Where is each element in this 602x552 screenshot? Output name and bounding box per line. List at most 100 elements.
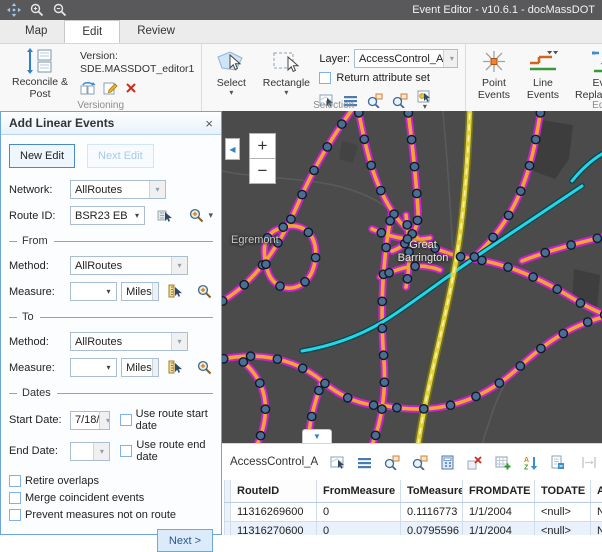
rectangle-caret-icon[interactable]: ▾ (284, 89, 288, 97)
map-view[interactable]: #src path{fill:none;stroke:none} (222, 111, 602, 443)
point-events-icon (479, 48, 509, 75)
to-measure-pick-icon[interactable] (167, 360, 183, 375)
select-caret-icon[interactable]: ▾ (229, 89, 233, 97)
pick-route-icon[interactable] (157, 208, 173, 223)
table-pan-selected-icon[interactable] (412, 455, 428, 470)
table-ranges-icon (581, 456, 597, 469)
col-routeid[interactable]: RouteID (231, 480, 317, 503)
to-units-caret-icon[interactable]: ▾ (152, 359, 159, 376)
return-attribute-set-checkbox[interactable] (319, 72, 331, 84)
table-header-row: RouteID FromMeasure ToMeasure FROMDATE T… (225, 480, 602, 503)
from-section-separator: From (9, 235, 213, 247)
start-date-caret-icon[interactable]: ▾ (99, 412, 109, 429)
delete-version-icon[interactable] (125, 82, 137, 94)
line-events-icon (527, 48, 559, 75)
next-edit-button[interactable]: Next Edit (87, 144, 154, 168)
table-toolbar: AccessControl_A (222, 444, 602, 480)
table-row[interactable]: 11316269600 0 0.1116773 1/1/2004 <null> … (225, 503, 602, 522)
col-fromdate[interactable]: FROMDATE (463, 480, 535, 503)
tab-edit[interactable]: Edit (64, 20, 120, 43)
end-date-combo[interactable]: ▾ (70, 442, 110, 461)
from-measure-label: Measure: (9, 286, 66, 298)
svg-text:Z: Z (524, 464, 529, 470)
use-route-start-checkbox[interactable] (120, 414, 132, 426)
table-select-features-icon[interactable] (330, 455, 345, 470)
collapse-panel-button[interactable]: ◀ (225, 138, 240, 160)
select-icon (216, 48, 246, 75)
table-row[interactable]: 11316270600 0 0.0795596 1/1/2004 <null> … (225, 522, 602, 536)
retire-overlaps-checkbox[interactable] (9, 475, 21, 487)
new-version-icon[interactable] (103, 81, 118, 95)
group-versioning: Reconcile & Post Version: SDE.MASSDOT_ed… (0, 44, 201, 111)
route-id-select[interactable]: BSR23 EB ▾ (70, 206, 145, 225)
rectangle-button[interactable]: Rectangle ▾ (260, 47, 312, 99)
next-button[interactable]: Next > (157, 529, 213, 552)
from-measure-combo[interactable]: ▾ (70, 282, 117, 301)
table-layer-name[interactable]: AccessControl_A (230, 456, 318, 468)
from-measure-zoom-icon[interactable] (197, 284, 213, 299)
start-date-combo[interactable]: 7/18/ ▾ (70, 411, 110, 430)
tab-review[interactable]: Review (120, 20, 192, 43)
pan-icon[interactable] (7, 3, 21, 17)
point-events-button[interactable]: Point Events (473, 47, 515, 99)
table-export-icon[interactable] (550, 455, 565, 470)
line-events-button[interactable]: Line Events (522, 47, 564, 99)
group-label-versioning: Versioning (0, 100, 201, 111)
table-zoom-selected-icon[interactable] (384, 455, 400, 470)
from-measure-pick-icon[interactable] (167, 284, 183, 299)
route-id-caret-icon[interactable]: ▾ (129, 207, 144, 224)
merge-coincident-checkbox[interactable] (9, 492, 21, 504)
group-label-edit-events: Edit Events (466, 100, 602, 111)
layer-select[interactable]: AccessControl_A ▾ (354, 49, 458, 68)
zoom-route-button[interactable]: ▾ (189, 208, 213, 223)
table-clear-selection-icon[interactable] (467, 455, 483, 470)
to-measure-caret-icon[interactable]: ▾ (101, 359, 116, 376)
col-frommeasure[interactable]: FromMeasure (317, 480, 401, 503)
zoom-in-icon[interactable] (30, 3, 44, 17)
return-attribute-set-label: Return attribute set (336, 72, 430, 84)
table-add-records-icon[interactable] (495, 455, 511, 470)
network-select[interactable]: AllRoutes ▾ (70, 180, 166, 199)
group-selection: Select ▾ Rectangle ▾ Layer: AccessContro… (201, 44, 465, 111)
prevent-measures-checkbox[interactable] (9, 509, 21, 521)
table-calculate-icon[interactable] (440, 455, 455, 470)
map-zoom-in-button[interactable]: + (249, 133, 276, 159)
from-units-caret-icon[interactable]: ▾ (152, 283, 159, 300)
network-select-caret-icon[interactable]: ▾ (149, 181, 165, 198)
from-method-select[interactable]: AllRoutes ▾ (70, 256, 188, 275)
merge-coincident-label: Merge coincident events (25, 492, 144, 504)
to-units-select[interactable]: Miles ▾ (121, 358, 159, 377)
network-label: Network: (9, 184, 66, 196)
version-info: Version: SDE.MASSDOT_editor1 (80, 47, 194, 99)
from-units-select[interactable]: Miles ▾ (121, 282, 159, 301)
to-measure-zoom-icon[interactable] (197, 360, 213, 375)
panel-header: Add Linear Events × (1, 112, 221, 135)
to-method-select[interactable]: AllRoutes ▾ (70, 332, 188, 351)
col-tomeasure[interactable]: ToMeasure (401, 480, 463, 503)
collapse-table-button[interactable]: ▼ (302, 429, 332, 443)
use-route-end-checkbox[interactable] (120, 445, 132, 457)
table-list-icon[interactable] (357, 455, 372, 470)
from-method-caret-icon[interactable]: ▾ (171, 257, 187, 274)
zoom-route-caret-icon: ▾ (208, 211, 213, 220)
panel-close-icon[interactable]: × (205, 116, 213, 131)
new-edit-button[interactable]: New Edit (9, 144, 75, 168)
change-version-icon[interactable] (80, 81, 96, 95)
to-method-caret-icon[interactable]: ▾ (171, 333, 187, 350)
col-todate[interactable]: TODATE (535, 480, 591, 503)
event-replacement-button[interactable]: Event Replacement (571, 47, 602, 99)
from-measure-caret-icon[interactable]: ▾ (101, 283, 116, 300)
map-zoom-out-button[interactable]: − (249, 158, 276, 184)
layer-select-caret-icon[interactable]: ▾ (443, 50, 458, 67)
end-date-caret-icon[interactable]: ▾ (93, 443, 109, 460)
zoom-out-icon[interactable] (53, 3, 67, 17)
tab-map[interactable]: Map (8, 20, 64, 43)
table-sort-icon[interactable]: A Z (523, 455, 538, 470)
reconcile-post-button[interactable]: Reconcile & Post (7, 47, 73, 99)
route-id-label: Route ID: (9, 210, 66, 222)
to-measure-label: Measure: (9, 362, 66, 374)
select-button[interactable]: Select ▾ (209, 47, 253, 99)
col-ac[interactable]: AC (591, 480, 602, 503)
reconcile-post-icon (25, 48, 55, 74)
to-measure-combo[interactable]: ▾ (70, 358, 117, 377)
